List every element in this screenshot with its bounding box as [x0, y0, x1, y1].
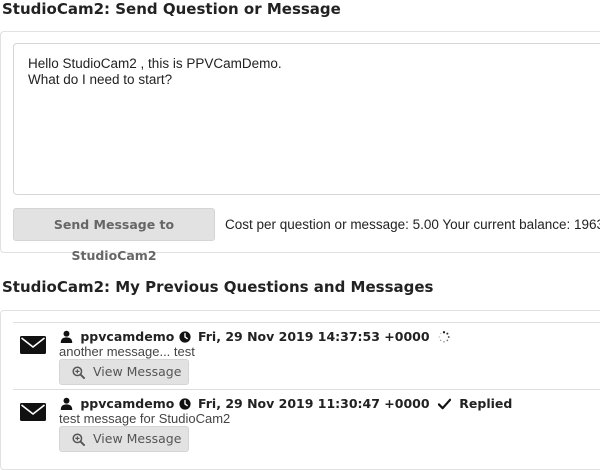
- message-preview: test message for StudioCam2: [59, 411, 231, 426]
- zoom-in-icon: [72, 433, 85, 446]
- view-message-label: View Message: [93, 364, 182, 379]
- zoom-in-icon: [72, 366, 85, 379]
- clock-icon: [179, 397, 191, 410]
- envelope-icon: [20, 403, 46, 421]
- previous-messages-heading: StudioCam2: My Previous Questions and Me…: [2, 278, 434, 296]
- message-username: ppvcamdemo: [80, 396, 175, 411]
- clock-icon: [179, 330, 191, 343]
- message-row: ppvcamdemo Fri, 29 Nov 2019 11:30:47 +00…: [13, 389, 600, 454]
- send-section-heading: StudioCam2: Send Question or Message: [2, 0, 341, 18]
- user-icon: [60, 397, 73, 410]
- cost-balance-text: Cost per question or message: 5.00 Your …: [225, 217, 600, 232]
- view-message-button[interactable]: View Message: [59, 426, 189, 452]
- checkmark-icon: [437, 398, 451, 409]
- message-textarea[interactable]: Hello StudioCam2 , this is PPVCamDemo. W…: [13, 43, 600, 195]
- user-icon: [60, 330, 73, 343]
- message-datetime: Fri, 29 Nov 2019 14:37:53 +0000: [198, 329, 430, 344]
- previous-messages-panel: ppvcamdemo Fri, 29 Nov 2019 14:37:53 +00…: [0, 310, 600, 470]
- message-row: ppvcamdemo Fri, 29 Nov 2019 14:37:53 +00…: [13, 322, 600, 387]
- envelope-icon: [20, 336, 46, 354]
- message-username: ppvcamdemo: [80, 329, 175, 344]
- send-message-button[interactable]: Send Message to StudioCam2: [13, 208, 215, 263]
- message-preview: another message... test: [59, 344, 195, 359]
- view-message-label: View Message: [93, 431, 182, 446]
- message-datetime: Fri, 29 Nov 2019 11:30:47 +0000: [198, 396, 430, 411]
- send-message-panel: Hello StudioCam2 , this is PPVCamDemo. W…: [0, 31, 600, 263]
- view-message-button[interactable]: View Message: [59, 359, 189, 385]
- message-status-text: Replied: [459, 396, 513, 411]
- spinner-icon: [438, 330, 450, 342]
